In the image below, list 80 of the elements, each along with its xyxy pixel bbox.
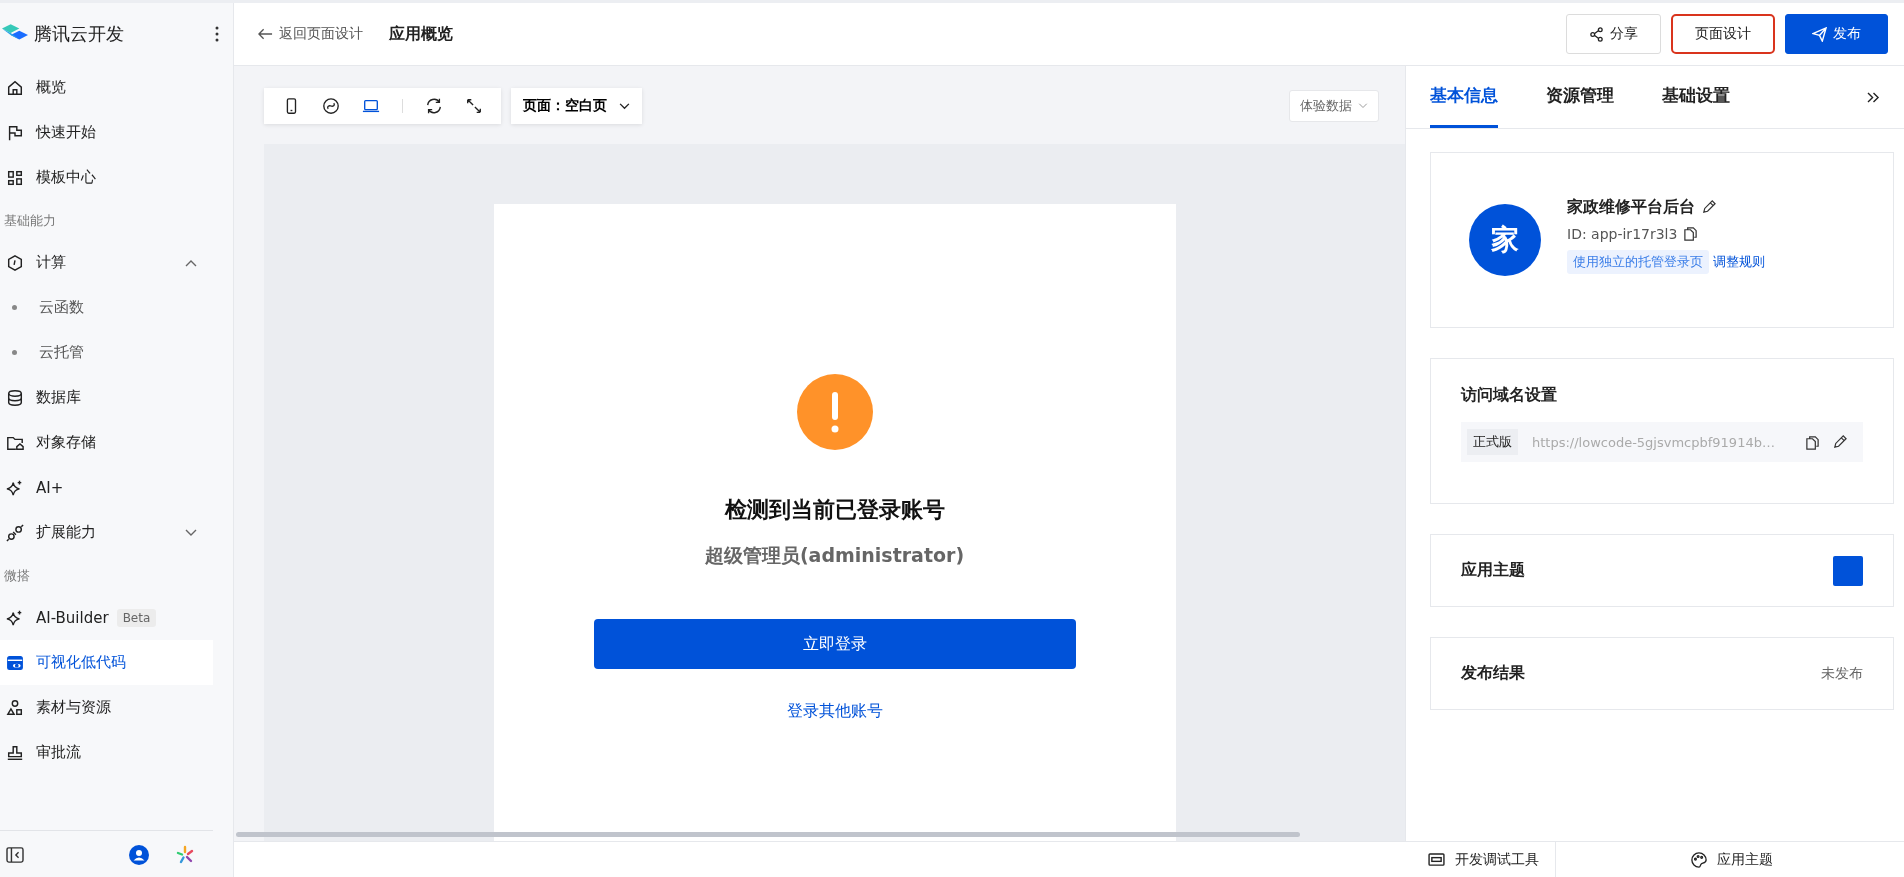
theme-swatch[interactable]	[1833, 555, 1863, 586]
home-icon	[6, 78, 24, 97]
sidebar-item[interactable]: AI+	[0, 465, 213, 510]
sparkle-icon	[6, 478, 24, 497]
sidebar-item[interactable]: 数据库	[0, 375, 213, 420]
sidebar-item[interactable]: 模板中心	[0, 155, 213, 200]
app-avatar: 家	[1469, 204, 1541, 276]
more-icon[interactable]	[215, 26, 219, 42]
double-chevron-icon[interactable]	[1867, 91, 1880, 103]
sidebar-item[interactable]: 概览	[0, 65, 213, 110]
bullet-icon	[12, 305, 17, 310]
share-button[interactable]: 分享	[1566, 14, 1661, 54]
window-eye-icon	[6, 653, 24, 672]
page-select[interactable]: 页面：空白页	[511, 88, 642, 124]
console-icon	[1428, 853, 1445, 866]
edit-icon[interactable]	[1832, 434, 1847, 450]
palette-icon	[1691, 851, 1707, 868]
brand-name: 腾讯云开发	[34, 22, 124, 46]
sidebar-subitem[interactable]: 云函数	[0, 285, 213, 330]
adjust-rules-link[interactable]: 调整规则	[1713, 252, 1765, 271]
collapse-sidebar-icon[interactable]	[6, 847, 24, 863]
page-title: 应用概览	[389, 23, 453, 45]
desktop-view-button[interactable]	[362, 97, 380, 115]
other-account-link[interactable]: 登录其他账号	[786, 701, 883, 722]
expand-icon[interactable]	[465, 97, 483, 115]
pinwheel-icon[interactable]	[175, 845, 195, 865]
copy-icon[interactable]	[1805, 434, 1820, 450]
login-page-tag: 使用独立的托管登录页	[1567, 249, 1709, 274]
panel-tab[interactable]: 资源管理	[1546, 66, 1614, 128]
hexagon-icon	[6, 253, 24, 272]
publish-button[interactable]: 发布	[1785, 14, 1888, 54]
warning-icon	[796, 374, 873, 450]
caret-icon	[1358, 103, 1368, 109]
user-avatar-icon[interactable]	[129, 845, 149, 865]
sidebar-item[interactable]: AI-Builder Beta	[0, 595, 213, 640]
sidebar-item[interactable]: 可视化低代码	[0, 640, 213, 685]
copy-icon[interactable]	[1683, 226, 1699, 241]
app-name: 家政维修平台后台	[1567, 196, 1695, 218]
share-icon	[1589, 26, 1604, 42]
arrow-left-icon	[258, 28, 273, 40]
app-id: ID: app-ir17r3l3	[1567, 225, 1678, 242]
sidebar-subitem[interactable]: 云托管	[0, 330, 213, 375]
panel-tab[interactable]: 基本信息	[1430, 66, 1498, 128]
back-link[interactable]: 返回页面设计	[258, 25, 363, 43]
flag-icon	[6, 123, 24, 142]
login-title: 检测到当前已登录账号	[724, 496, 945, 524]
database-icon	[6, 388, 24, 407]
login-button[interactable]: 立即登录	[593, 619, 1076, 669]
version-tag: 正式版	[1467, 429, 1518, 455]
grid-icon	[6, 168, 24, 187]
section-heading: 微搭	[3, 567, 31, 585]
refresh-icon[interactable]	[425, 97, 443, 115]
account-name: 超级管理员(administrator)	[704, 543, 965, 568]
section-heading: 基础能力	[3, 212, 57, 230]
publish-status: 未发布	[1821, 664, 1863, 683]
plug-icon	[6, 523, 24, 542]
panel-tab[interactable]: 基础设置	[1662, 66, 1730, 128]
horizontal-scrollbar[interactable]	[236, 832, 1300, 837]
caret-icon	[619, 102, 630, 110]
paper-plane-icon	[1812, 26, 1827, 42]
sidebar-item[interactable]: 扩展能力	[0, 510, 213, 555]
debug-tools-button[interactable]: 开发调试工具	[1408, 842, 1555, 877]
shapes-icon	[6, 698, 24, 717]
sparkle-icon	[6, 608, 24, 627]
sidebar-item[interactable]: 计算	[0, 240, 213, 285]
card-title: 访问域名设置	[1461, 385, 1558, 406]
design-button[interactable]: 页面设计	[1671, 14, 1775, 54]
card-title: 应用主题	[1461, 560, 1525, 581]
bullet-icon	[12, 350, 17, 355]
card-title: 发布结果	[1461, 663, 1525, 684]
sidebar-item[interactable]: 对象存储	[0, 420, 213, 465]
edit-icon[interactable]	[1701, 199, 1716, 215]
mini-program-view-button[interactable]	[322, 97, 340, 115]
beta-badge: Beta	[116, 608, 157, 627]
sidebar-item[interactable]: 审批流	[0, 730, 213, 775]
stamp-icon	[6, 743, 24, 762]
data-select[interactable]: 体验数据	[1289, 90, 1379, 122]
app-theme-button[interactable]: 应用主题	[1555, 842, 1904, 877]
sidebar-item[interactable]: 素材与资源	[0, 685, 213, 730]
sidebar-item[interactable]: 快速开始	[0, 110, 213, 155]
